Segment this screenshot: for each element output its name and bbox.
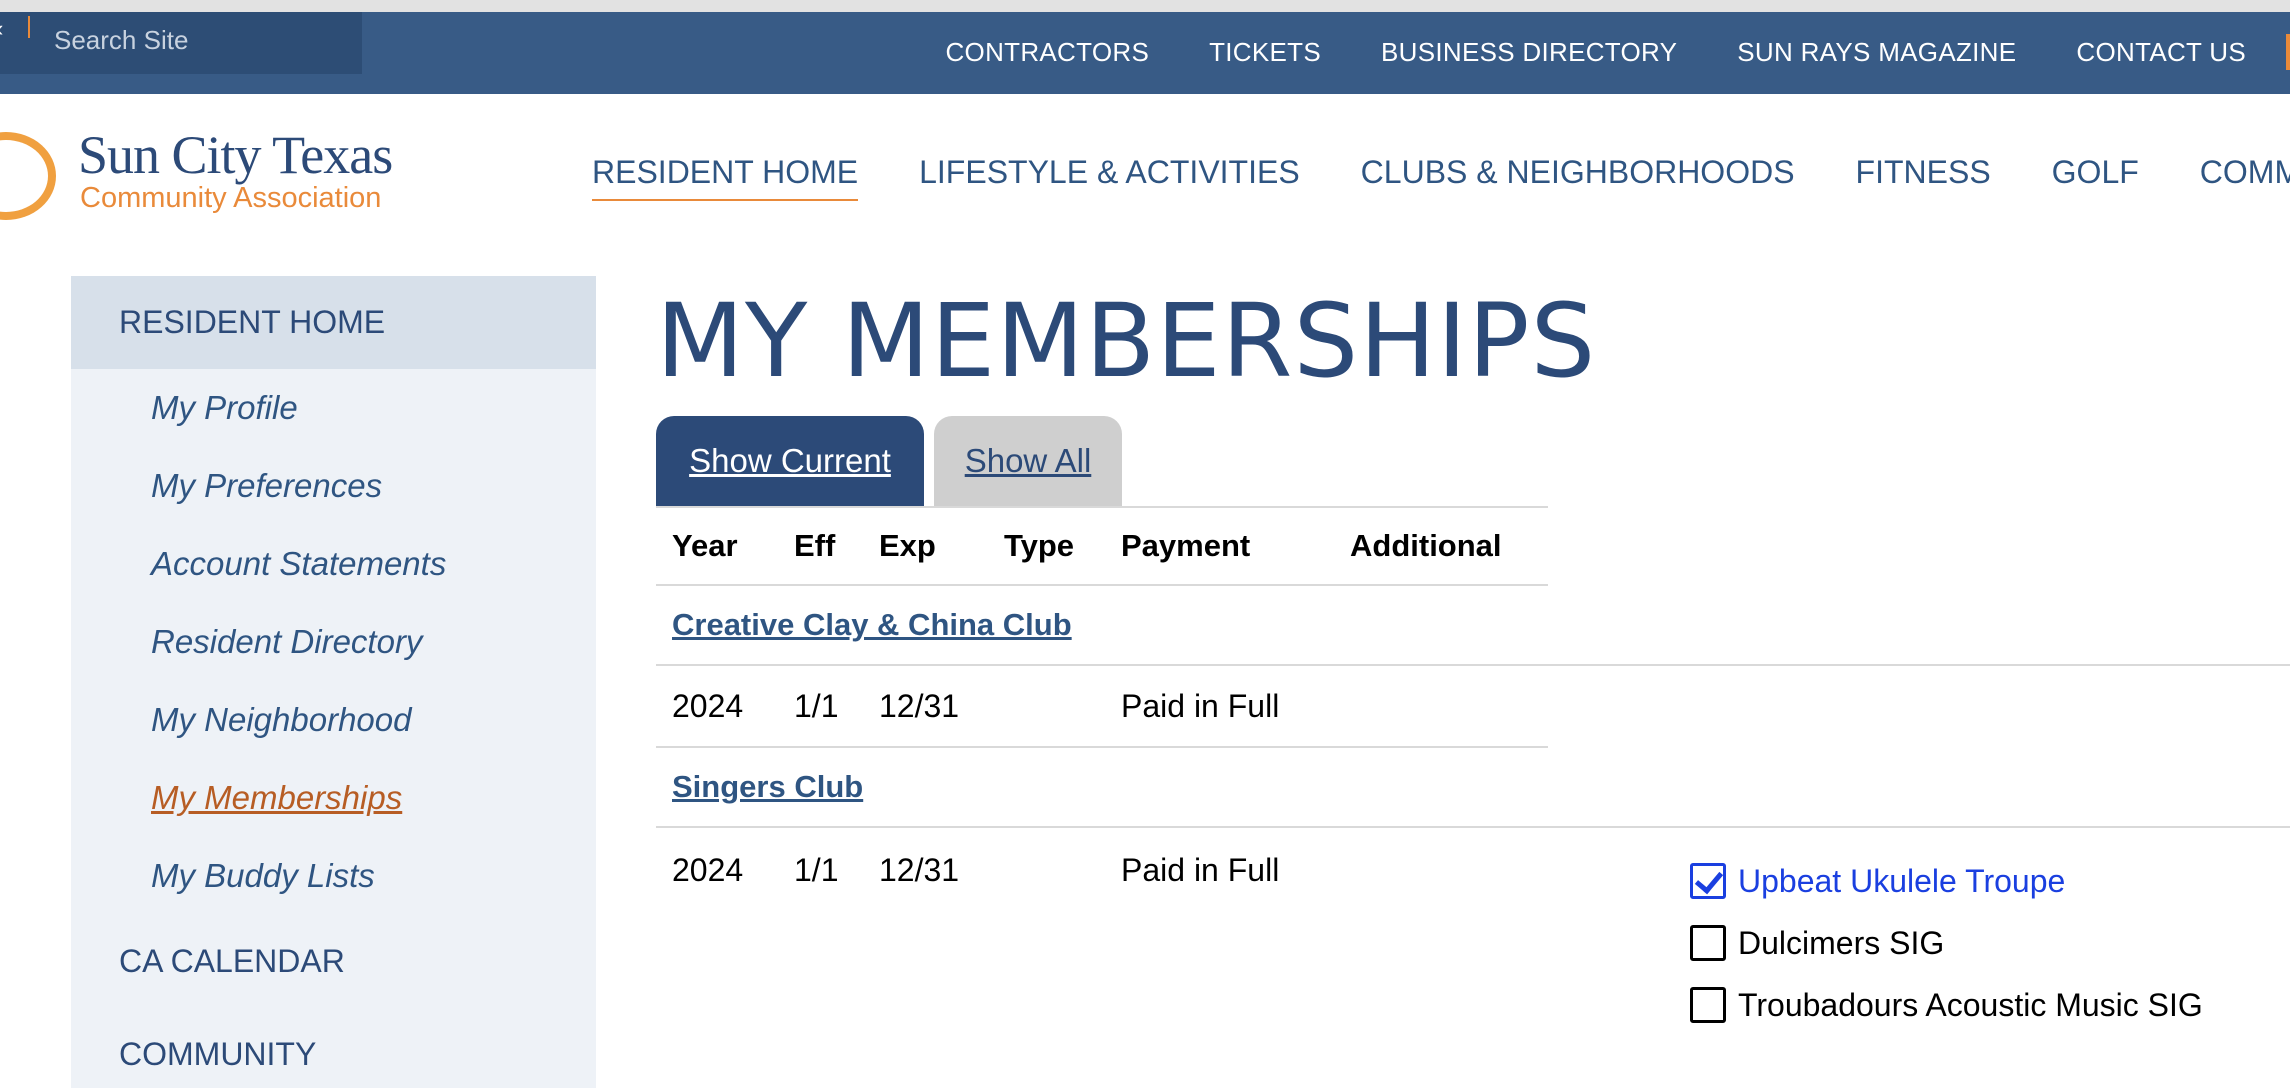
sidebar-section-ca-calendar[interactable]: CA CALENDAR [71,915,596,1008]
sidebar-item-my-buddy-lists[interactable]: My Buddy Lists [151,837,596,915]
utility-link-business-directory[interactable]: BUSINESS DIRECTORY [1381,37,1677,68]
sidebar-item-account-statements[interactable]: Account Statements [151,525,596,603]
column-header-payment: Payment [1121,528,1251,563]
table-header: Year Eff Exp Type Payment Additional [656,508,1548,586]
sidebar-item-my-preferences[interactable]: My Preferences [151,447,596,525]
sidebar-item-my-memberships[interactable]: My Memberships [151,759,596,837]
logo-subtitle: Community Association [80,182,382,214]
utility-link-sun-rays-magazine[interactable]: SUN RAYS MAGAZINE [1737,37,2016,68]
sidebar-heading[interactable]: RESIDENT HOME [71,276,596,369]
memberships-table: Year Eff Exp Type Payment Additional Cre… [656,508,2290,1028]
checkbox-unchecked-icon[interactable] [1690,987,1726,1023]
site-logo[interactable]: Sun City Texas Community Association [0,124,420,224]
sidebar-item-my-profile[interactable]: My Profile [151,369,596,447]
site-header: Sun City Texas Community Association RES… [0,94,2290,270]
club-link-creative-clay[interactable]: Creative Clay & China Club [672,607,1072,643]
tab-show-current[interactable]: Show Current [656,416,924,506]
nav-community[interactable]: COMMUNIC [2200,154,2290,201]
logo-title: Sun City Texas [78,125,393,185]
cell-payment: Paid in Full [1121,687,1280,724]
cell-eff: 1/1 [794,687,839,724]
sig-option-label: Dulcimers SIG [1738,924,1945,961]
nav-resident-home[interactable]: RESIDENT HOME [592,154,859,201]
column-header-eff: Eff [794,528,836,563]
nav-golf[interactable]: GOLF [2052,154,2139,201]
nav-lifestyle-activities[interactable]: LIFESTYLE & ACTIVITIES [919,154,1300,201]
browser-top-strip [0,0,2290,12]
club-row: Singers Club [656,748,2290,828]
checkbox-checked-icon[interactable] [1690,863,1726,899]
search-input[interactable] [54,20,344,60]
utility-edge-accent [2286,34,2290,70]
utility-link-contractors[interactable]: CONTRACTORS [945,37,1149,68]
utility-link-contact-us[interactable]: CONTACT US [2076,37,2246,68]
cell-year: 2024 [672,852,744,888]
sidebar-section-community[interactable]: COMMUNITY [71,1008,596,1088]
checkbox-unchecked-icon[interactable] [1690,925,1726,961]
cell-exp: 12/31 [879,687,960,724]
cell-exp: 12/31 [879,852,960,888]
search-box: ‹ [0,12,362,74]
sidebar-item-resident-directory[interactable]: Resident Directory [151,603,596,681]
club-link-singers-club[interactable]: Singers Club [672,769,863,805]
cell-eff: 1/1 [794,852,839,888]
cell-year: 2024 [672,687,744,724]
sidebar-heading-label: RESIDENT HOME [119,304,386,340]
club-row: Creative Clay & China Club [656,586,2290,666]
utility-link-tickets[interactable]: TICKETS [1209,37,1321,68]
membership-tabs: Show Current Show All [656,416,1548,508]
sun-logo-icon [0,132,56,220]
utility-bar: ‹ CONTRACTORS TICKETS BUSINESS DIRECTORY… [0,12,2290,94]
column-header-year: Year [672,528,738,563]
sig-checkbox-list: Upbeat Ukulele Troupe Dulcimers SIG Trou… [1690,850,2203,1036]
sidebar-item-my-neighborhood[interactable]: My Neighborhood [151,681,596,759]
tab-show-all[interactable]: Show All [934,416,1122,506]
column-header-additional: Additional [1350,528,1502,563]
page-title: MY MEMBERSHIPS [656,282,1597,401]
sig-option-troubadours[interactable]: Troubadours Acoustic Music SIG [1690,974,2203,1036]
table-row: 2024 1/1 12/31 Paid in Full Upbeat Ukule… [656,828,2290,1028]
sig-option-dulcimers[interactable]: Dulcimers SIG [1690,912,2203,974]
nav-fitness[interactable]: FITNESS [1856,154,1991,201]
cell-payment: Paid in Full [1121,852,1280,888]
utility-nav: CONTRACTORS TICKETS BUSINESS DIRECTORY S… [945,34,2290,70]
sidebar-submenu: My Profile My Preferences Account Statem… [71,369,596,915]
back-chevron-icon[interactable]: ‹ [0,18,3,40]
sig-option-label: Troubadours Acoustic Music SIG [1738,986,2203,1023]
sig-option-label: Upbeat Ukulele Troupe [1738,862,2066,899]
search-cursor-icon [28,16,30,38]
column-header-type: Type [1004,528,1075,563]
sig-option-upbeat-ukulele[interactable]: Upbeat Ukulele Troupe [1690,850,2203,912]
column-header-exp: Exp [879,528,936,563]
table-row: 2024 1/1 12/31 Paid in Full [656,666,1548,748]
main-nav: RESIDENT HOME LIFESTYLE & ACTIVITIES CLU… [592,154,2290,201]
nav-clubs-neighborhoods[interactable]: CLUBS & NEIGHBORHOODS [1361,154,1795,201]
sidebar: RESIDENT HOME My Profile My Preferences … [71,276,596,1088]
